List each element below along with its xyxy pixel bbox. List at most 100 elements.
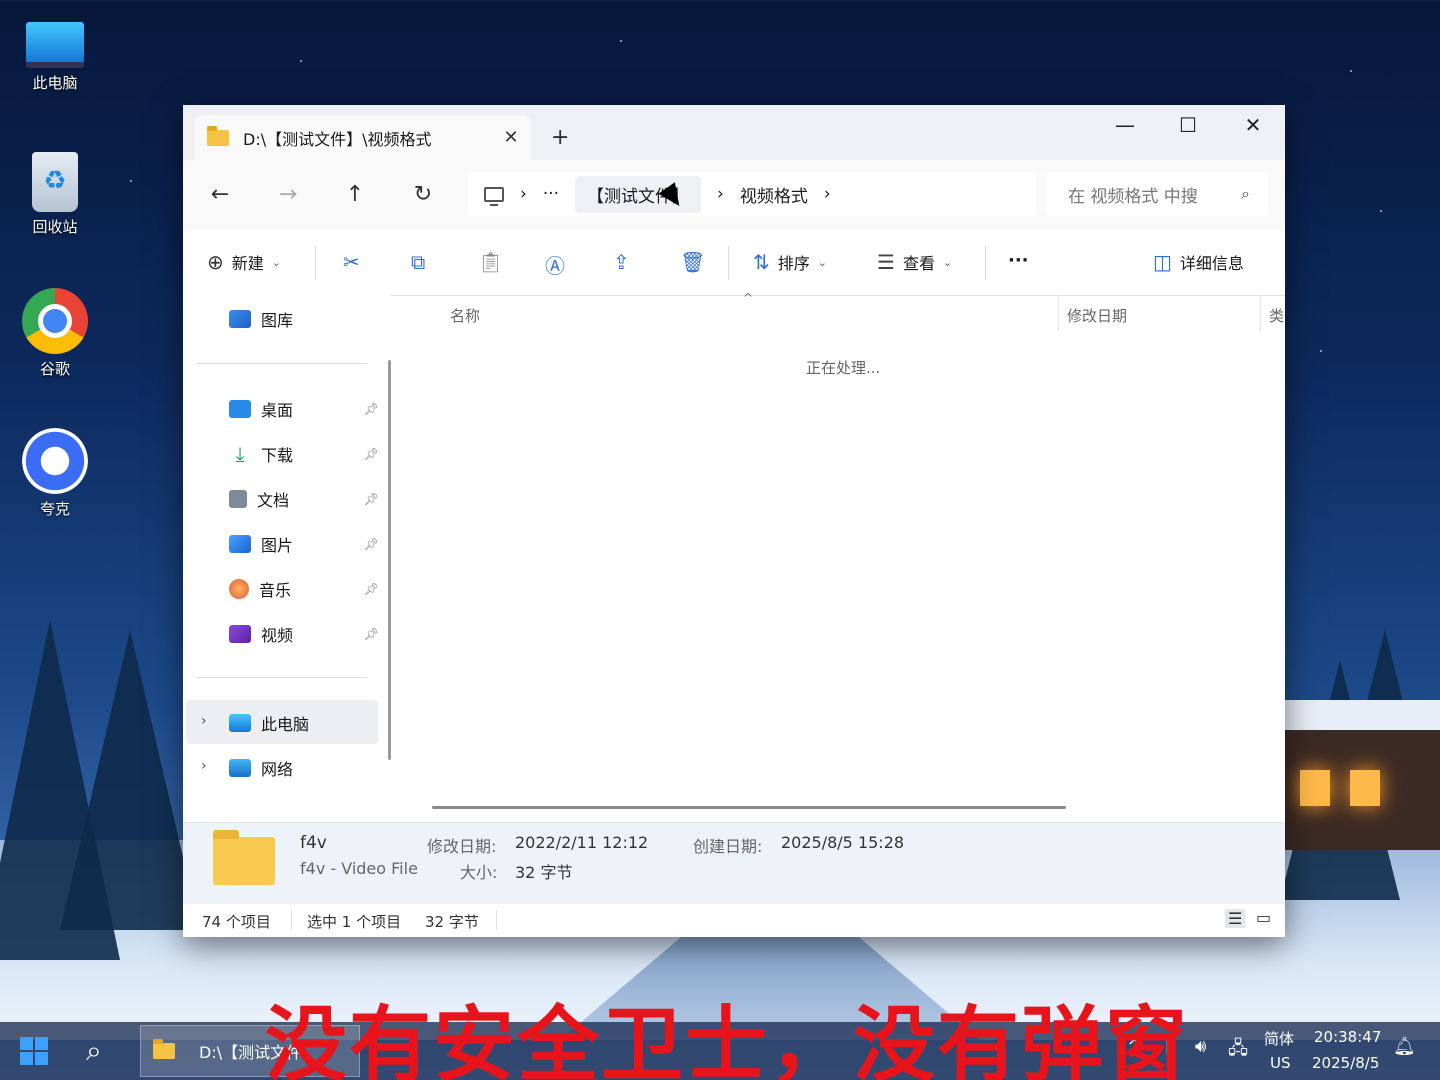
music-icon bbox=[229, 579, 249, 599]
breadcrumb-item-video-formats[interactable]: 视频格式 bbox=[740, 182, 808, 207]
windows-start-icon[interactable] bbox=[20, 1037, 48, 1065]
desktop-icon bbox=[229, 400, 251, 418]
breadcrumb-separator[interactable]: › bbox=[717, 184, 724, 204]
share-icon: ⇪ bbox=[613, 250, 630, 274]
column-header-modified[interactable]: 修改日期 bbox=[1067, 305, 1127, 326]
explorer-tab[interactable]: D:\【测试文件】\视频格式 ✕ bbox=[195, 115, 531, 160]
chevron-right-icon[interactable]: › bbox=[201, 713, 207, 729]
chevron-right-icon[interactable]: › bbox=[201, 758, 207, 774]
network-status-icon[interactable]: 🖧 bbox=[1228, 1036, 1248, 1066]
sidebar-item-music[interactable]: 音乐 📌︎ bbox=[229, 577, 379, 601]
tab-close-icon[interactable]: ✕ bbox=[491, 127, 531, 148]
sidebar-item-label: 视频 bbox=[261, 626, 294, 645]
sidebar-item-network[interactable]: 网络 bbox=[229, 756, 379, 780]
breadcrumb-separator[interactable]: › bbox=[824, 184, 831, 204]
close-button[interactable]: ✕ bbox=[1233, 113, 1273, 137]
monitor-icon[interactable] bbox=[484, 186, 504, 206]
clock-date[interactable]: 2025/8/5 bbox=[1312, 1054, 1379, 1072]
star bbox=[130, 180, 132, 182]
breadcrumb-more[interactable]: ··· bbox=[543, 184, 559, 204]
sidebar-item-label: 文档 bbox=[257, 491, 290, 510]
volume-icon[interactable]: 🔊︎ bbox=[1195, 1036, 1206, 1057]
desktop-icon-this-pc[interactable]: 此电脑 bbox=[16, 14, 94, 93]
copy-button[interactable]: ⧉ bbox=[411, 250, 425, 274]
paste-button[interactable]: 📋︎ bbox=[478, 250, 503, 274]
trash-icon: 🗑︎ bbox=[680, 250, 706, 274]
sidebar-item-downloads[interactable]: ⤓ 下载 📌︎ bbox=[229, 442, 379, 466]
chevron-down-icon: ⌄ bbox=[271, 255, 281, 269]
breadcrumb[interactable]: › ··· 【测试文件】 › 视频格式 › bbox=[468, 172, 1036, 216]
chevron-down-icon: ⌄ bbox=[942, 255, 953, 269]
sidebar-item-documents[interactable]: 文档 📌︎ bbox=[229, 487, 379, 511]
forward-button[interactable]: → bbox=[273, 182, 303, 207]
share-button[interactable]: ⇪ bbox=[613, 250, 630, 274]
details-view-icon[interactable]: ☰ bbox=[1225, 909, 1246, 928]
column-divider[interactable] bbox=[1058, 295, 1059, 331]
pictures-icon bbox=[229, 535, 251, 553]
pin-icon[interactable]: 📌︎ bbox=[364, 627, 379, 641]
sidebar-item-videos[interactable]: 视频 📌︎ bbox=[229, 622, 379, 646]
pin-icon[interactable]: 📌︎ bbox=[364, 582, 379, 596]
search-input[interactable]: 在 视频格式 中搜 ⌕ bbox=[1046, 172, 1268, 216]
item-count: 74 个项目 bbox=[202, 913, 271, 931]
desktop-icon-chrome[interactable]: 谷歌 bbox=[16, 288, 94, 379]
refresh-button[interactable]: ↻ bbox=[408, 182, 438, 207]
snow-house bbox=[1280, 700, 1440, 850]
breadcrumb-separator[interactable]: › bbox=[520, 184, 527, 204]
more-options-button[interactable]: ··· bbox=[1008, 250, 1029, 271]
plus-circle-icon: ⊕ bbox=[207, 250, 224, 274]
size-label: 大小: bbox=[460, 863, 498, 882]
file-explorer-window: D:\【测试文件】\视频格式 ✕ + — ☐ ✕ ← → ↑ ↻ › ··· 【… bbox=[183, 105, 1285, 937]
house-window bbox=[1300, 770, 1330, 806]
pin-icon[interactable]: 📌︎ bbox=[364, 492, 379, 506]
delete-button[interactable]: 🗑︎ bbox=[680, 250, 705, 274]
sidebar-item-gallery[interactable]: 图库 bbox=[229, 307, 379, 331]
rename-button[interactable]: Ⓐ bbox=[545, 250, 565, 279]
up-button[interactable]: ↑ bbox=[340, 182, 370, 207]
pin-icon[interactable]: 📌︎ bbox=[364, 537, 379, 551]
pin-icon[interactable]: 📌︎ bbox=[364, 447, 379, 461]
star bbox=[1380, 210, 1382, 212]
back-button[interactable]: ← bbox=[205, 182, 235, 207]
cut-button[interactable]: ✂ bbox=[343, 250, 360, 274]
desktop-icon-label: 此电脑 bbox=[32, 74, 78, 92]
sidebar-scrollbar[interactable] bbox=[388, 360, 391, 760]
divider bbox=[197, 677, 367, 678]
view-button[interactable]: ☰ 查看 ⌄ bbox=[877, 250, 952, 274]
horizontal-scrollbar[interactable] bbox=[432, 806, 1066, 809]
search-icon[interactable]: ⌕ bbox=[86, 1034, 102, 1068]
star bbox=[300, 60, 302, 62]
tab-title: D:\【测试文件】\视频格式 bbox=[243, 129, 432, 149]
new-tab-button[interactable]: + bbox=[551, 125, 569, 150]
navigation-pane: 图库 桌面 📌︎ ⤓ 下载 📌︎ 文档 📌︎ 图片 📌︎ 音乐 📌︎ 视频 📌︎… bbox=[183, 295, 391, 821]
ime-layout[interactable]: US bbox=[1270, 1054, 1291, 1072]
modified-label: 修改日期: bbox=[427, 837, 497, 856]
minimize-button[interactable]: — bbox=[1105, 113, 1145, 137]
details-label: 详细信息 bbox=[1179, 254, 1244, 273]
pin-icon[interactable]: 📌︎ bbox=[364, 402, 379, 416]
column-header-type[interactable]: 类 bbox=[1269, 305, 1284, 326]
column-divider[interactable] bbox=[1260, 295, 1261, 331]
pine-tree bbox=[60, 630, 200, 930]
status-bar: 74 个项目 选中 1 个项目 32 字节 ☰ ▭ bbox=[183, 904, 1285, 937]
new-button[interactable]: ⊕ 新建 ⌄ bbox=[207, 250, 281, 274]
scissors-icon: ✂ bbox=[343, 250, 360, 274]
notification-bell-icon[interactable]: 🔔︎ bbox=[1393, 1036, 1416, 1057]
sidebar-item-label: 图库 bbox=[261, 311, 294, 330]
folder-icon bbox=[153, 1039, 175, 1059]
desktop-icon-quark[interactable]: 夸克 bbox=[16, 428, 94, 519]
ime-language[interactable]: 简体 bbox=[1264, 1028, 1294, 1049]
desktop-icon-recycle-bin[interactable]: 回收站 bbox=[16, 152, 94, 237]
sidebar-item-desktop[interactable]: 桌面 📌︎ bbox=[229, 397, 379, 421]
sidebar-item-pictures[interactable]: 图片 📌︎ bbox=[229, 532, 379, 556]
sidebar-item-this-pc[interactable]: 此电脑 bbox=[229, 711, 379, 735]
monitor-icon bbox=[26, 22, 84, 68]
clock-time[interactable]: 20:38:47 bbox=[1314, 1028, 1381, 1046]
quark-icon bbox=[22, 428, 88, 494]
sort-button[interactable]: ⇅ 排序 ⌄ bbox=[753, 250, 827, 274]
column-header-name[interactable]: 名称 bbox=[450, 305, 480, 326]
maximize-button[interactable]: ☐ bbox=[1168, 113, 1208, 137]
details-pane-button[interactable]: ◫ 详细信息 bbox=[1153, 250, 1244, 274]
more-icon: ··· bbox=[1008, 250, 1029, 271]
tiles-view-icon[interactable]: ▭ bbox=[1256, 908, 1271, 927]
